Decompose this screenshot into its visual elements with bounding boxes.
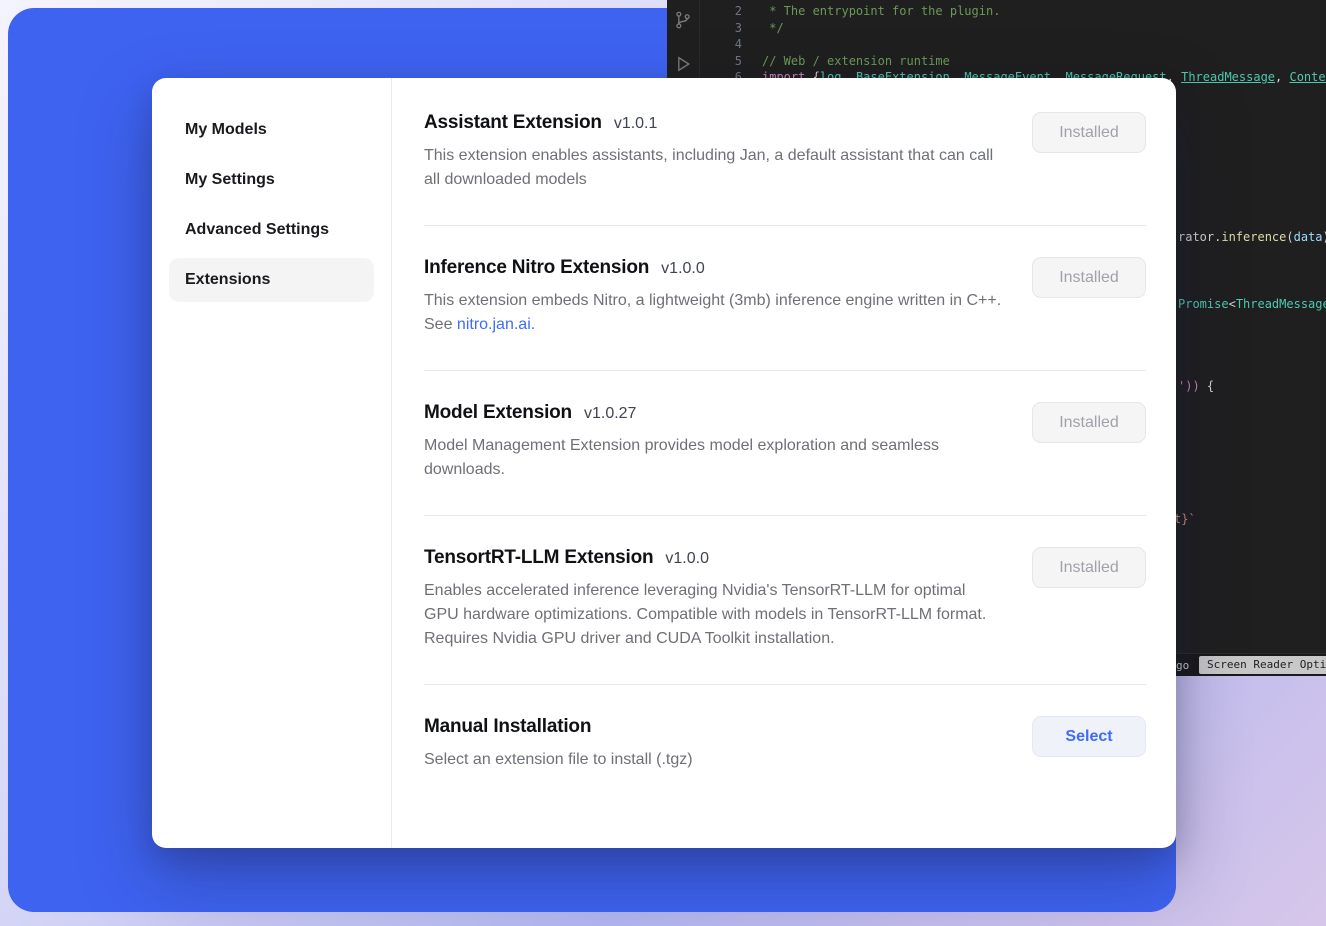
source-control-icon: [673, 10, 693, 30]
extension-description: Model Management Extension provides mode…: [424, 434, 1002, 482]
extension-section: Inference Nitro Extension v1.0.0 This exte…: [424, 226, 1146, 370]
installed-button[interactable]: Installed: [1032, 257, 1146, 298]
extensions-list: Assistant Extension v1.0.1 This extension …: [392, 78, 1176, 848]
run-debug-icon: [673, 54, 693, 74]
extension-title: Manual Installation: [424, 716, 591, 738]
installed-button[interactable]: Installed: [1032, 402, 1146, 443]
extension-title: Assistant Extension: [424, 112, 602, 134]
line-number: 4: [700, 36, 742, 53]
sidebar-item-label: Advanced Settings: [185, 221, 329, 239]
extension-description: Enables accelerated inference leveraging…: [424, 579, 1002, 651]
screen-reader-chip: Screen Reader Optimized: [1199, 656, 1326, 674]
extension-version: v1.0.1: [614, 115, 658, 133]
select-button[interactable]: Select: [1032, 716, 1146, 757]
sidebar-item-label: My Settings: [185, 171, 275, 189]
line-number: 2: [700, 3, 742, 20]
installed-button[interactable]: Installed: [1032, 547, 1146, 588]
extension-version: v1.0.0: [665, 550, 709, 568]
extension-version: v1.0.0: [661, 260, 705, 278]
status-bar-text: go: [1176, 659, 1189, 672]
sidebar-item-my-settings[interactable]: My Settings: [169, 158, 374, 202]
extension-description: This extension embeds Nitro, a lightweig…: [424, 289, 1002, 337]
sidebar-item-extensions[interactable]: Extensions: [169, 258, 374, 302]
extension-description: Select an extension file to install (.tg…: [424, 748, 693, 772]
extension-link[interactable]: nitro.jan.ai.: [457, 316, 535, 333]
line-number: 5: [700, 53, 742, 70]
sidebar-item-my-models[interactable]: My Models: [169, 108, 374, 152]
code-lines: 2 * The entrypoint for the plugin.3 */45…: [700, 3, 1326, 86]
extension-section: TensortRT-LLM Extension v1.0.0 Enables acc…: [424, 516, 1146, 684]
code-fragment: ')) {: [1178, 378, 1214, 394]
extension-title: TensortRT-LLM Extension: [424, 547, 653, 569]
sidebar-item-label: My Models: [185, 121, 267, 139]
code-fragment: Promise<ThreadMessage>: [1178, 296, 1326, 312]
extension-version: v1.0.27: [584, 405, 636, 423]
extension-title: Model Extension: [424, 402, 572, 424]
extension-section: Assistant Extension v1.0.1 This extension …: [424, 78, 1146, 225]
settings-modal: My Models My Settings Advanced Settings Ext…: [152, 78, 1176, 848]
sidebar-item-advanced-settings[interactable]: Advanced Settings: [169, 208, 374, 252]
extension-section: Model Extension v1.0.27 Model Management E…: [424, 371, 1146, 515]
extension-description: This extension enables assistants, inclu…: [424, 144, 1002, 192]
desktop: 2 * The entrypoint for the plugin.3 */45…: [0, 0, 1326, 926]
extension-title: Inference Nitro Extension: [424, 257, 649, 279]
code-fragment: t}`: [1174, 511, 1196, 527]
code-fragment: rator.inference(data));: [1178, 229, 1326, 245]
installed-button[interactable]: Installed: [1032, 112, 1146, 153]
sidebar-item-label: Extensions: [185, 271, 270, 289]
sidebar-nav: My Models My Settings Advanced Settings Ext…: [152, 78, 392, 848]
line-number: 3: [700, 20, 742, 37]
extension-section: Manual Installation Select an extension f…: [424, 685, 1146, 796]
